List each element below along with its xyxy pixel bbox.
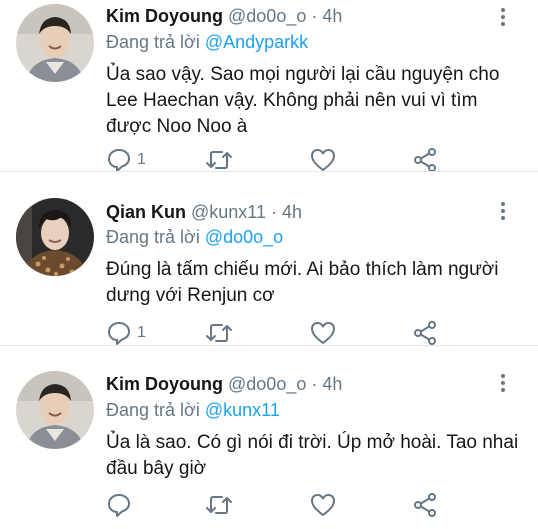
retweet-icon	[206, 151, 232, 169]
more-options-icon[interactable]	[496, 202, 510, 224]
reply-icon	[108, 322, 130, 345]
display-name[interactable]: Qian Kun	[106, 202, 186, 222]
avatar[interactable]	[16, 4, 94, 82]
like-button[interactable]	[310, 319, 336, 347]
tweet-actions	[106, 491, 446, 521]
user-handle[interactable]: @do0o_o	[228, 374, 306, 394]
reply-button[interactable]	[106, 491, 132, 519]
reply-icon	[108, 494, 130, 517]
tweet[interactable]: Kim Doyoung @do0o_o · 4h Đang trả lời @A…	[0, 0, 538, 172]
retweet-button[interactable]	[204, 146, 234, 174]
tweet-text: Ủa là sao. Có gì nói đi trời. Úp mở hoài…	[106, 432, 519, 479]
replying-to: Đang trả lời @Andyparkk	[106, 30, 308, 54]
share-icon	[414, 321, 436, 345]
share-icon	[414, 493, 436, 517]
share-button[interactable]	[412, 491, 438, 519]
share-button[interactable]	[412, 319, 438, 347]
mention-link[interactable]: @Andyparkk	[205, 32, 308, 52]
reply-icon	[108, 149, 130, 172]
reply-count: 1	[137, 151, 146, 168]
tweet-text: Ủa sao vậy. Sao mọi người lại cầu nguyện…	[106, 64, 500, 137]
replying-to-label: Đang trả lời	[106, 227, 200, 247]
heart-icon	[311, 149, 335, 171]
timestamp[interactable]: 4h	[322, 6, 342, 26]
more-options-icon[interactable]	[496, 374, 510, 396]
share-icon	[414, 148, 436, 172]
user-handle[interactable]: @do0o_o	[228, 6, 306, 26]
replying-to: Đang trả lời @do0o_o	[106, 225, 283, 249]
tweet-text: Đúng là tấm chiếu mới. Ai bảo thích làm …	[106, 259, 499, 306]
reply-count: 1	[137, 324, 146, 341]
tweet-header: Kim Doyoung @do0o_o · 4h	[106, 4, 342, 28]
avatar[interactable]	[16, 198, 94, 276]
reply-button[interactable]: 1	[106, 319, 146, 347]
avatar[interactable]	[16, 371, 94, 449]
tweet-header: Qian Kun @kunx11 · 4h	[106, 200, 302, 224]
retweet-button[interactable]	[204, 319, 234, 347]
mention-link[interactable]: @kunx11	[205, 400, 280, 420]
heart-icon	[311, 322, 335, 344]
user-handle[interactable]: @kunx11	[191, 202, 266, 222]
mention-link[interactable]: @do0o_o	[205, 227, 283, 247]
share-button[interactable]	[412, 146, 438, 174]
separator: ·	[311, 374, 318, 394]
timestamp[interactable]: 4h	[282, 202, 302, 222]
reply-button[interactable]: 1	[106, 146, 146, 174]
display-name[interactable]: Kim Doyoung	[106, 374, 223, 394]
replying-to: Đang trả lời @kunx11	[106, 398, 280, 422]
tweet[interactable]: Kim Doyoung @do0o_o · 4h Đang trả lời @k…	[0, 346, 538, 529]
separator: ·	[311, 6, 318, 26]
more-options-icon[interactable]	[496, 8, 510, 30]
timestamp[interactable]: 4h	[322, 374, 342, 394]
heart-icon	[311, 494, 335, 516]
retweet-button[interactable]	[204, 491, 234, 519]
display-name[interactable]: Kim Doyoung	[106, 6, 223, 26]
replying-to-label: Đang trả lời	[106, 400, 200, 420]
separator: ·	[271, 202, 278, 222]
like-button[interactable]	[310, 146, 336, 174]
retweet-icon	[206, 324, 232, 342]
retweet-icon	[206, 496, 232, 514]
replying-to-label: Đang trả lời	[106, 32, 200, 52]
tweet-header: Kim Doyoung @do0o_o · 4h	[106, 372, 342, 396]
tweet[interactable]: Qian Kun @kunx11 · 4h Đang trả lời @do0o…	[0, 172, 538, 346]
like-button[interactable]	[310, 491, 336, 519]
